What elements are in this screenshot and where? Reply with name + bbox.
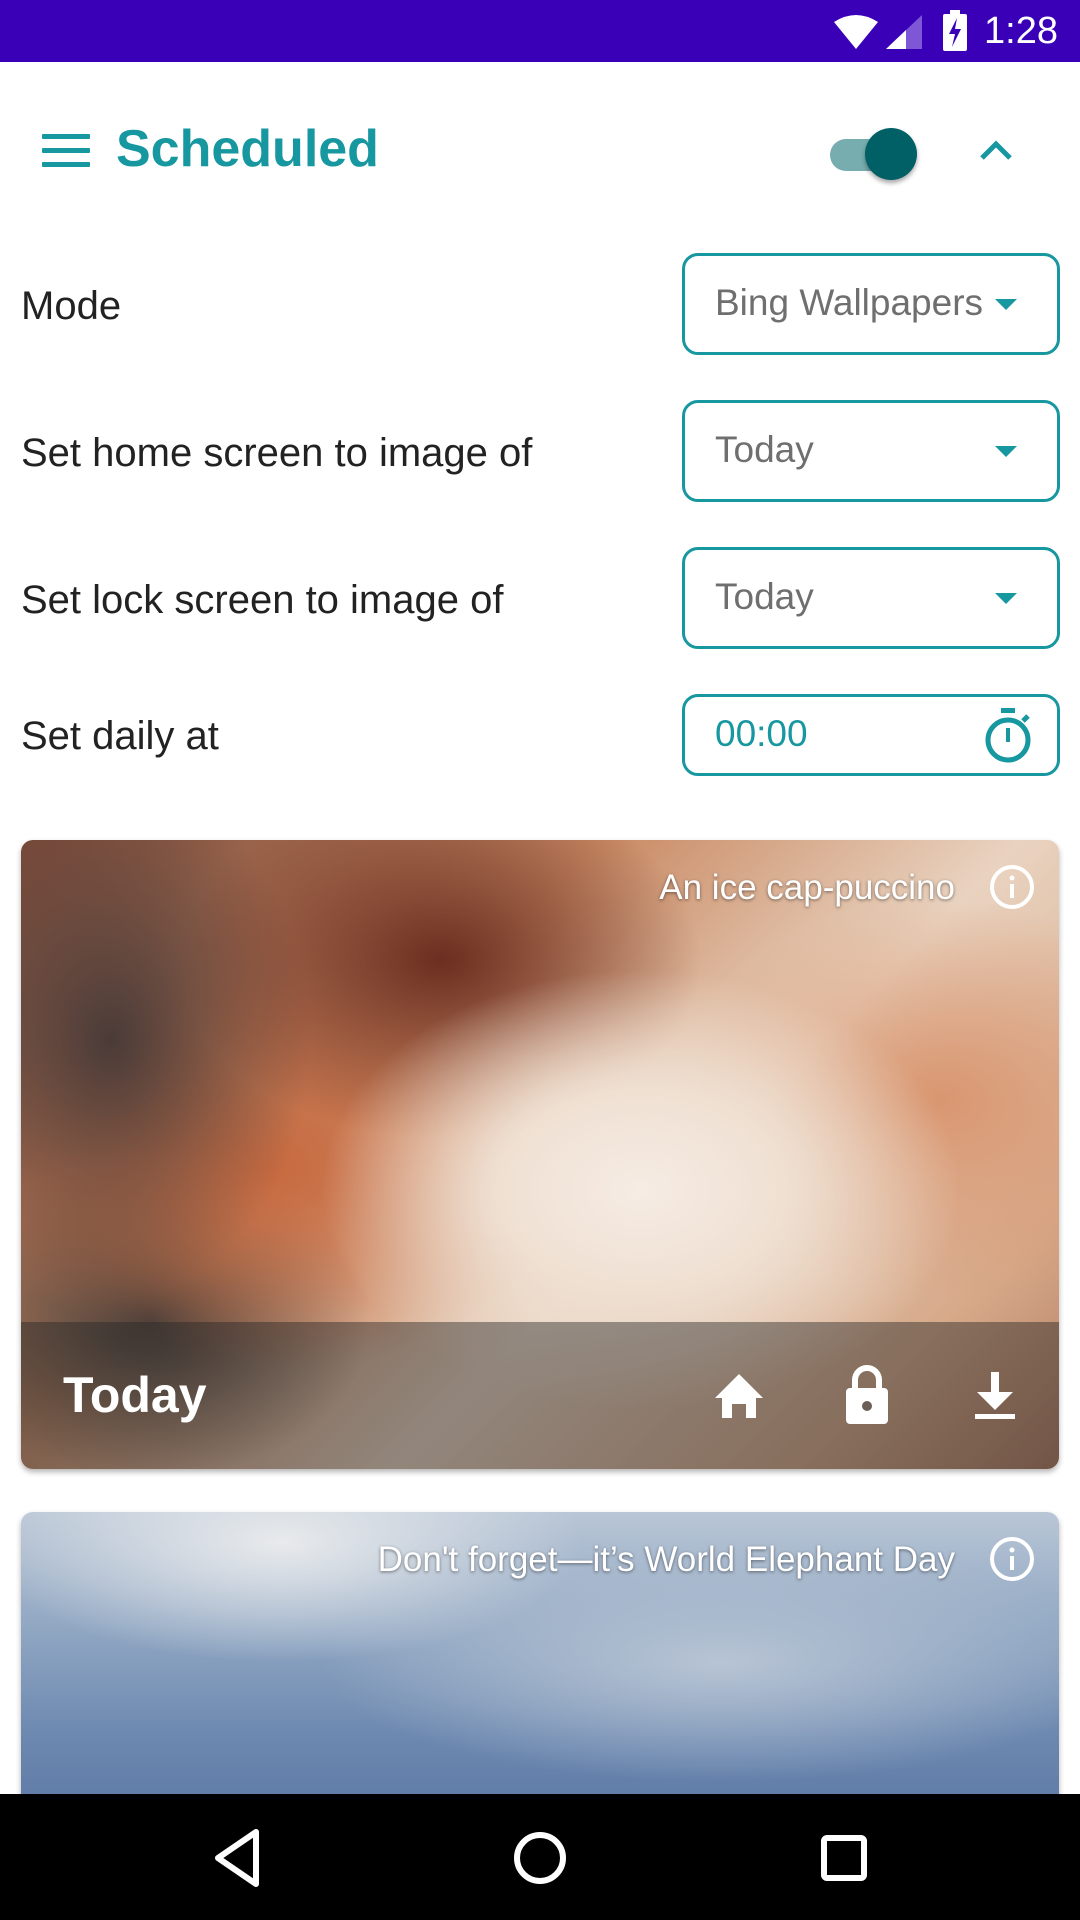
- mode-label: Mode: [21, 284, 122, 328]
- wallpaper-card-today[interactable]: An ice cap-puccino Today: [21, 840, 1059, 1469]
- app-header: Scheduled: [0, 62, 1080, 232]
- lock-screen-dropdown[interactable]: Today: [682, 547, 1060, 649]
- lock-screen-value: Today: [715, 576, 814, 617]
- lock-icon[interactable]: [839, 1362, 895, 1426]
- mode-dropdown[interactable]: Bing Wallpapers: [682, 253, 1060, 355]
- recents-icon[interactable]: [808, 1822, 880, 1894]
- card-action-bar: Today: [21, 1322, 1059, 1469]
- home-screen-label: Set home screen to image of: [21, 431, 533, 475]
- info-icon[interactable]: [989, 1536, 1035, 1582]
- schedule-toggle[interactable]: [828, 122, 917, 180]
- status-time: 1:28: [984, 10, 1058, 52]
- card-caption: An ice cap-puccino: [659, 868, 955, 907]
- back-icon[interactable]: [200, 1822, 272, 1894]
- info-icon[interactable]: [989, 864, 1035, 910]
- battery-charging-icon: [943, 10, 967, 51]
- card-caption: Don't forget—it’s World Elephant Day: [377, 1540, 955, 1579]
- download-icon[interactable]: [967, 1368, 1023, 1424]
- toggle-thumb: [865, 128, 917, 180]
- wallpaper-card-yesterday[interactable]: Don't forget—it’s World Elephant Day: [21, 1512, 1059, 1812]
- chevron-up-icon[interactable]: [968, 126, 1024, 176]
- system-nav-bar: [0, 1794, 1080, 1920]
- mode-value: Bing Wallpapers: [715, 282, 984, 323]
- menu-icon[interactable]: [42, 132, 92, 168]
- timer-icon[interactable]: [981, 707, 1035, 765]
- daily-time-field[interactable]: 00:00: [682, 694, 1060, 776]
- home-circle-icon[interactable]: [504, 1822, 576, 1894]
- status-bar: 1:28: [0, 0, 1080, 62]
- daily-time-value: 00:00: [715, 713, 808, 754]
- wifi-icon: [834, 15, 878, 49]
- caret-down-icon: [995, 299, 1017, 310]
- daily-time-label: Set daily at: [21, 714, 219, 758]
- home-screen-value: Today: [715, 429, 814, 470]
- card-label: Today: [63, 1367, 207, 1423]
- page-title: Scheduled: [116, 120, 379, 178]
- home-icon[interactable]: [711, 1368, 767, 1424]
- lock-screen-label: Set lock screen to image of: [21, 578, 504, 622]
- cell-signal-icon: [886, 15, 922, 49]
- caret-down-icon: [995, 446, 1017, 457]
- caret-down-icon: [995, 593, 1017, 604]
- home-screen-dropdown[interactable]: Today: [682, 400, 1060, 502]
